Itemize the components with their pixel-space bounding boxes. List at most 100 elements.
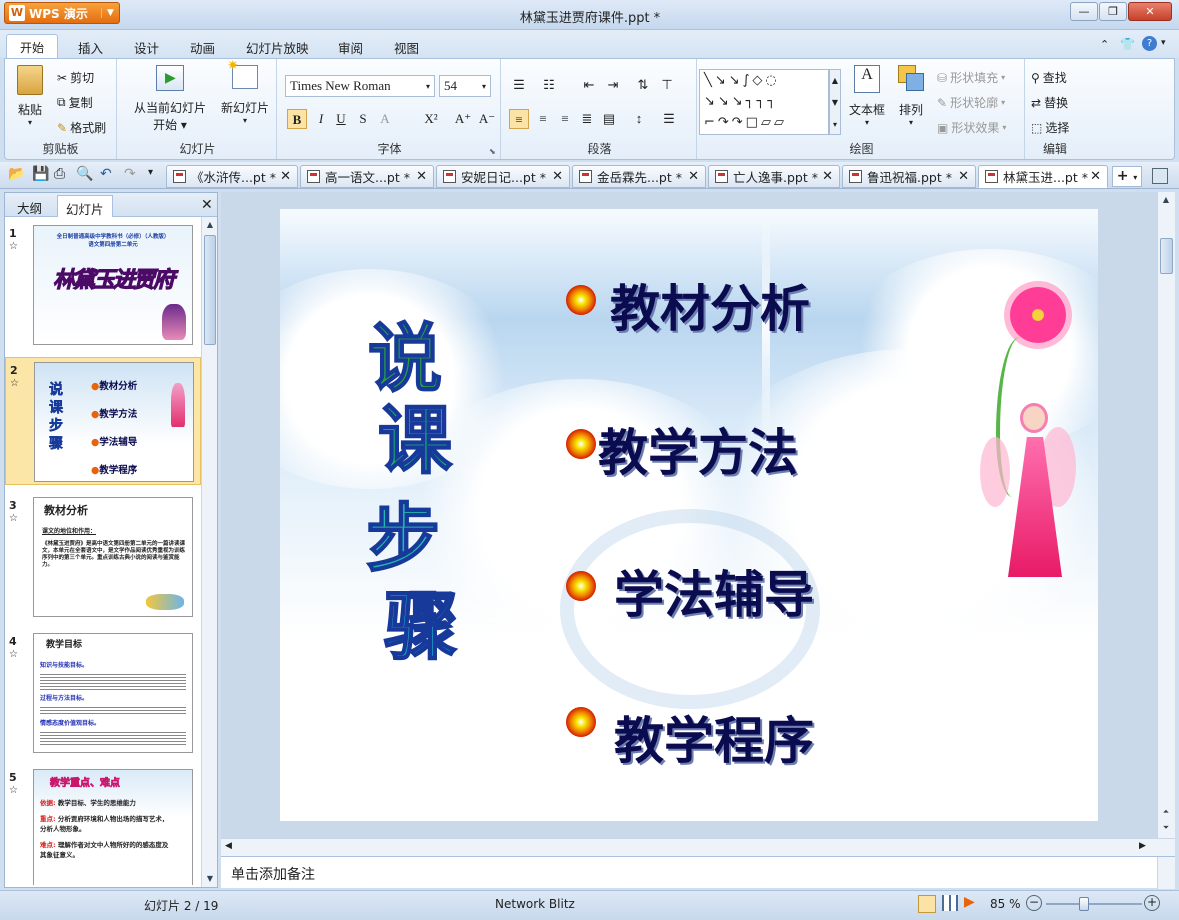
arrange-button[interactable]: 排列 ▾ (893, 65, 929, 127)
align-text-icon[interactable]: ⊤ (657, 75, 677, 95)
zoom-slider-track[interactable] (1046, 903, 1142, 905)
prev-slide-icon[interactable]: ⏶ (1158, 804, 1174, 820)
next-slide-icon[interactable]: ⏷ (1158, 820, 1174, 836)
undo-icon[interactable]: ↶ (100, 166, 112, 182)
shape-fill-button[interactable]: ⛁ 形状填充 ▾ (937, 69, 1005, 86)
increase-indent-icon[interactable]: ⇥ (603, 75, 623, 95)
scroll-left-icon[interactable]: ◀ (225, 841, 232, 851)
font-name-select[interactable]: Times New Roman ▾ (285, 75, 435, 97)
play-from-current-button[interactable]: ▶ 从当前幻灯片 开始 ▾ (127, 65, 213, 133)
italic-button[interactable]: I (311, 109, 331, 129)
panel-scrollbar[interactable]: ▲ ▼ (201, 217, 217, 887)
columns-icon[interactable]: ☰ (659, 109, 679, 129)
slide-thumbnail-5[interactable]: 5 ☆ 教学重点、难点 依据: 教学目标、学生的思维能力 重点: 分析贾府环境和… (5, 765, 201, 885)
close-tab-icon[interactable]: ✕ (1090, 169, 1101, 184)
slide-thumbnail-3[interactable]: 3 ☆ 教材分析 课文的地位和作用： 《林黛玉进贾府》是高中语文第四册第二单元的… (5, 493, 201, 621)
close-tab-icon[interactable]: ✕ (688, 169, 699, 184)
tab-design[interactable]: 设计 (134, 38, 159, 57)
editor-hscrollbar[interactable]: ◀ ▶ (221, 838, 1175, 856)
slide-thumbnail-1[interactable]: 1 ☆ 全日制普通高级中学教科书（必修）（人教版） 语文第四册第二单元 林黛玉进… (5, 221, 201, 349)
doc-tab-active[interactable]: 林黛玉进...pt * ✕ (978, 165, 1108, 188)
bullets-icon[interactable]: ☰ (509, 75, 529, 95)
bold-button[interactable]: B (287, 109, 307, 129)
paste-button[interactable]: 粘贴 ▾ (13, 65, 47, 127)
font-dialog-launcher-icon[interactable]: ⬊ (489, 147, 496, 156)
print-icon[interactable]: ⎙ (54, 166, 65, 182)
scroll-right-icon[interactable]: ▶ (1139, 841, 1146, 851)
tab-home[interactable]: 开始 (6, 34, 58, 59)
doc-tab[interactable]: 亡人逸事.ppt * ✕ (708, 165, 840, 188)
shape-effect-button[interactable]: ▣ 形状效果 ▾ (937, 119, 1006, 136)
tab-outline[interactable]: 大纲 (9, 195, 50, 217)
tab-layout-icon[interactable] (1152, 168, 1168, 184)
doc-tab[interactable]: 鲁迅祝福.ppt * ✕ (842, 165, 976, 188)
scroll-thumb[interactable] (1160, 238, 1173, 274)
shadow-button[interactable]: S (353, 109, 373, 129)
tab-slideshow[interactable]: 幻灯片放映 (246, 38, 309, 57)
close-tab-icon[interactable]: ✕ (416, 169, 427, 184)
close-panel-icon[interactable]: ✕ (201, 197, 213, 213)
justify-icon[interactable]: ≣ (577, 109, 597, 129)
editor-scrollbar[interactable]: ▲ ⏶ ⏷ (1157, 192, 1175, 838)
zoom-out-icon[interactable]: − (1026, 895, 1042, 911)
minimize-button[interactable]: — (1070, 2, 1098, 21)
numbering-icon[interactable]: ☷ (539, 75, 559, 95)
distribute-icon[interactable]: ▤ (599, 109, 619, 129)
cut-button[interactable]: ✂ 剪切 (57, 69, 94, 86)
text-direction-icon[interactable]: ⇅ (633, 75, 653, 95)
doc-tab[interactable]: 高一语文...pt * ✕ (300, 165, 434, 188)
help-icon[interactable]: ? (1142, 36, 1157, 51)
find-button[interactable]: ⚲ 查找 (1031, 69, 1067, 86)
collapse-ribbon-icon[interactable]: ⌃ (1100, 38, 1109, 51)
font-size-select[interactable]: 54 ▾ (439, 75, 491, 97)
wps-menu-button[interactable]: W WPS 演示 ▼ (4, 2, 120, 24)
tab-review[interactable]: 审阅 (338, 38, 363, 57)
new-tab-button[interactable]: + ▾ (1112, 166, 1142, 187)
print-preview-icon[interactable]: 🔍 (76, 166, 93, 182)
tab-animation[interactable]: 动画 (190, 38, 215, 57)
textbox-button[interactable]: A 文本框 ▾ (847, 65, 887, 127)
skin-icon[interactable]: 👕 (1120, 37, 1135, 51)
tab-insert[interactable]: 插入 (78, 38, 103, 57)
align-center-icon[interactable]: ≡ (533, 109, 553, 129)
shapes-gallery[interactable]: ╲↘↘∫◇◌ ↘↘↘┐┐┐ ⌐↷↷□▱▱ (699, 69, 829, 135)
slide-thumbnail-2[interactable]: 2 ☆ 说 课 步 骤 ●教材分析 ●教学方法 ●学法辅导 ●教学程序 (5, 357, 201, 485)
copy-button[interactable]: ⧉ 复制 (57, 94, 93, 111)
close-tab-icon[interactable]: ✕ (822, 169, 833, 184)
new-slide-button[interactable]: ✷ 新幻灯片 ▾ (219, 58, 271, 125)
save-icon[interactable]: 💾 (32, 166, 49, 182)
doc-tab[interactable]: 金岳霖先...pt * ✕ (572, 165, 706, 188)
close-tab-icon[interactable]: ✕ (552, 169, 563, 184)
redo-icon[interactable]: ↷ (124, 166, 136, 182)
open-folder-icon[interactable]: 📂 (8, 166, 25, 182)
zoom-in-icon[interactable]: + (1144, 895, 1160, 911)
slide-thumbnail-4[interactable]: 4 ☆ 教学目标 知识与技能目标。 过程与方法目标。 情感态度价值观目标。 (5, 629, 201, 757)
doc-tab[interactable]: 《水浒传...pt * ✕ (166, 165, 298, 188)
slide-sorter-icon[interactable] (942, 895, 958, 911)
align-left-icon[interactable]: ≡ (509, 109, 529, 129)
underline-button[interactable]: U (331, 109, 351, 129)
line-spacing-icon[interactable]: ↕ (629, 109, 649, 129)
scroll-up-icon[interactable]: ▲ (202, 217, 218, 233)
replace-button[interactable]: ⇄ 替换 (1031, 94, 1068, 111)
shrink-font-button[interactable]: A⁻ (477, 109, 497, 129)
current-slide[interactable]: 说 课 步 骤 教材分析 教学方法 学法辅导 教学程序 (280, 209, 1098, 821)
select-button[interactable]: ⬚ 选择 (1031, 119, 1069, 136)
shape-outline-button[interactable]: ✎ 形状轮廓 ▾ (937, 94, 1005, 111)
quick-access-menu-icon[interactable]: ▾ (148, 167, 153, 178)
shapes-gallery-scroll[interactable]: ▲ ▼ ▾ (829, 69, 841, 135)
notes-pane[interactable]: 单击添加备注 (221, 856, 1175, 889)
decrease-indent-icon[interactable]: ⇤ (579, 75, 599, 95)
zoom-slider-thumb[interactable] (1079, 897, 1089, 911)
scroll-down-icon[interactable]: ▼ (202, 871, 218, 887)
doc-tab[interactable]: 安妮日记...pt * ✕ (436, 165, 570, 188)
tab-slides[interactable]: 幻灯片 (57, 195, 113, 217)
close-button[interactable]: ✕ (1128, 2, 1172, 21)
close-tab-icon[interactable]: ✕ (280, 169, 291, 184)
maximize-button[interactable]: ❐ (1099, 2, 1127, 21)
normal-view-icon[interactable] (918, 895, 936, 913)
help-dropdown-icon[interactable]: ▾ (1161, 38, 1166, 48)
align-right-icon[interactable]: ≡ (555, 109, 575, 129)
tab-view[interactable]: 视图 (394, 38, 419, 57)
superscript-button[interactable]: X² (421, 109, 441, 129)
